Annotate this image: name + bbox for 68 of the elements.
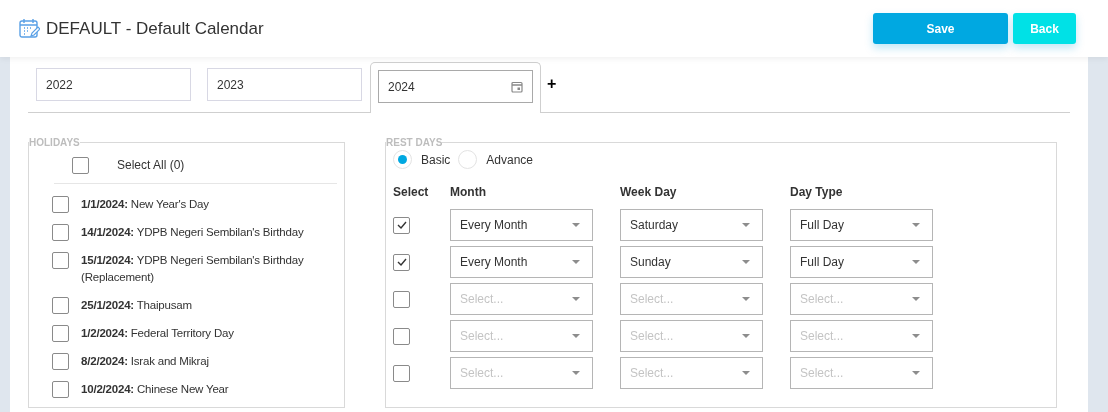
holiday-label: 25/1/2024: Thaipusam — [81, 298, 192, 313]
year-tab[interactable]: 2024 — [370, 62, 541, 113]
holiday-label: 1/1/2024: New Year's Day — [81, 197, 209, 212]
dropdown[interactable]: Sunday — [620, 246, 763, 278]
checkbox[interactable] — [52, 381, 69, 398]
checkbox[interactable] — [393, 290, 410, 308]
checkbox[interactable] — [52, 196, 69, 213]
caret-icon — [572, 297, 580, 301]
dropdown[interactable]: Select... — [450, 283, 593, 315]
dropdown[interactable]: Select... — [450, 357, 593, 389]
back-button[interactable]: Back — [1013, 13, 1076, 44]
dropdown[interactable]: Every Month — [450, 209, 593, 241]
holiday-label: 14/1/2024: YDPB Negeri Sembilan's Birthday — [81, 225, 304, 240]
column-header: Day Type — [790, 184, 843, 201]
holiday-label: 15/1/2024: YDPB Negeri Sembilan's Birthday (Replacement) — [81, 253, 305, 285]
section-legend: REST DAYS — [386, 135, 443, 150]
caret-icon — [912, 371, 920, 375]
checkbox[interactable] — [52, 325, 69, 342]
column-header: Month — [450, 184, 487, 201]
page-title: DEFAULT - Default Calendar — [46, 17, 264, 40]
caret-icon — [742, 260, 750, 264]
dropdown[interactable]: Select... — [790, 283, 933, 315]
column-header: Select — [393, 184, 430, 201]
checkbox[interactable] — [393, 253, 410, 271]
dropdown[interactable]: Select... — [620, 357, 763, 389]
checkbox[interactable] — [72, 156, 89, 174]
dropdown[interactable]: Select... — [790, 357, 933, 389]
caret-icon — [572, 260, 580, 264]
dropdown[interactable]: Select... — [620, 320, 763, 352]
checkmark-icon — [396, 221, 407, 229]
dropdown[interactable]: Full Day — [790, 246, 933, 278]
radio-label: Basic — [421, 151, 451, 169]
add-year-button[interactable]: + — [547, 72, 557, 96]
caret-icon — [912, 334, 920, 338]
dropdown[interactable]: Every Month — [450, 246, 593, 278]
caret-icon — [912, 260, 920, 264]
checkbox[interactable] — [52, 353, 69, 370]
checkbox[interactable] — [393, 364, 410, 382]
checkmark-icon — [396, 258, 407, 266]
caret-icon — [912, 297, 920, 301]
caret-icon — [572, 223, 580, 227]
caret-icon — [912, 223, 920, 227]
caret-icon — [742, 223, 750, 227]
calendar-edit-icon — [19, 18, 40, 39]
column-header: Week Day — [620, 184, 678, 201]
caret-icon — [742, 297, 750, 301]
select-all-label: Select All (0) — [117, 157, 185, 174]
checkbox[interactable] — [393, 327, 410, 345]
caret-icon — [572, 334, 580, 338]
caret-icon — [572, 371, 580, 375]
caret-icon — [742, 371, 750, 375]
section-legend: HOLIDAYS — [29, 135, 80, 150]
dropdown[interactable]: Select... — [450, 320, 593, 352]
holiday-label: 1/2/2024: Federal Territory Day — [81, 326, 234, 341]
caret-icon — [742, 334, 750, 338]
dropdown[interactable]: Saturday — [620, 209, 763, 241]
checkbox[interactable] — [393, 216, 410, 234]
checkbox[interactable] — [52, 224, 69, 241]
checkbox[interactable] — [52, 297, 69, 314]
radio-label: Advance — [486, 151, 534, 169]
save-button[interactable]: Save — [873, 13, 1008, 44]
holiday-label: 8/2/2024: Israk and Mikraj — [81, 354, 209, 369]
dropdown[interactable]: Select... — [790, 320, 933, 352]
holiday-label: 10/2/2024: Chinese New Year — [81, 382, 229, 397]
dropdown[interactable]: Select... — [620, 283, 763, 315]
dropdown[interactable]: Full Day — [790, 209, 933, 241]
checkbox[interactable] — [52, 252, 69, 269]
calendar-icon[interactable] — [511, 80, 523, 93]
